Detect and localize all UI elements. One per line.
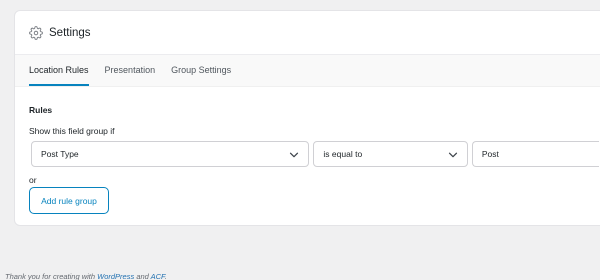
footer-and: and (134, 272, 151, 280)
settings-tabs: Location Rules Presentation Group Settin… (15, 55, 600, 87)
rule-param-select[interactable]: Post Type (31, 141, 310, 167)
show-field-group-label: Show this field group if (29, 126, 115, 136)
wordpress-link[interactable]: WordPress (97, 272, 134, 280)
chevron-down-icon (448, 150, 458, 160)
rule-operator-select[interactable]: is equal to (313, 141, 468, 167)
gear-icon (29, 25, 43, 40)
footer-prefix: Thank you for creating with (5, 272, 98, 280)
tab-presentation[interactable]: Presentation (105, 55, 156, 86)
or-label: or (29, 175, 37, 185)
location-rules-body: Rules Show this field group if Post Type… (15, 87, 600, 214)
rule-value-value: Post (481, 149, 499, 159)
rule-row: Post Type is equal to Post (29, 141, 599, 167)
acf-link[interactable]: ACF (151, 272, 165, 280)
footer-suffix: . (164, 272, 167, 280)
tab-group-settings[interactable]: Group Settings (171, 55, 231, 86)
chevron-down-icon (289, 150, 299, 160)
rules-heading: Rules (29, 105, 53, 115)
rule-param-value: Post Type (41, 149, 79, 159)
settings-panel: Settings Location Rules Presentation Gro… (14, 10, 600, 226)
panel-title: Settings (49, 26, 91, 39)
rule-value-select[interactable]: Post (471, 141, 599, 167)
footer-credits: Thank you for creating with WordPress an… (5, 272, 167, 280)
tab-location-rules[interactable]: Location Rules (29, 55, 89, 86)
panel-header: Settings (15, 11, 600, 55)
add-rule-group-button[interactable]: Add rule group (29, 187, 109, 214)
rule-operator-value: is equal to (323, 149, 363, 159)
